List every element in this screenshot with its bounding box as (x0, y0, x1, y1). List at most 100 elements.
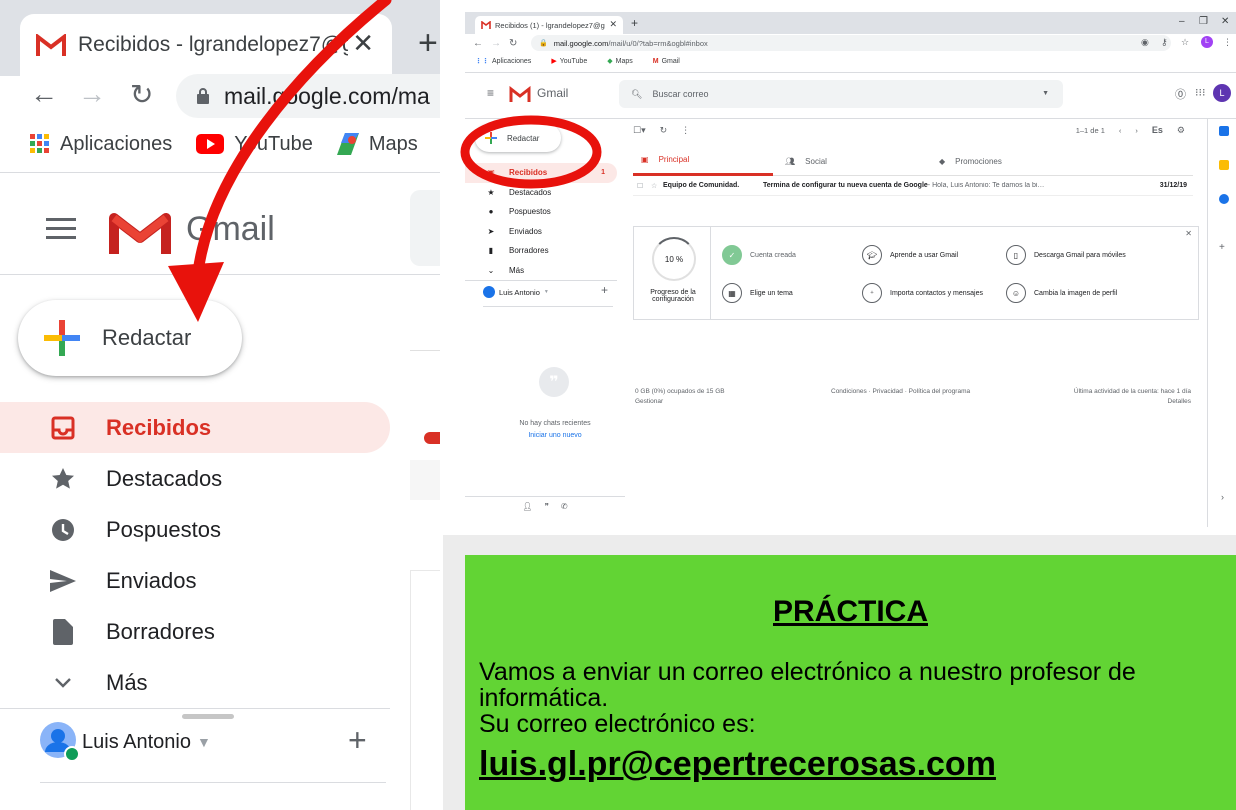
bookmark-apps[interactable]: Aplicaciones (30, 133, 172, 156)
expand-panel-icon[interactable]: › (1221, 492, 1224, 502)
setup-item-mobile[interactable]: ▯ Descarga Gmail para móviles (1006, 245, 1136, 265)
new-tab-icon[interactable]: + (418, 24, 438, 63)
sidebar-item-drafts[interactable]: ▮ Borradores (465, 241, 617, 261)
progress-label: Progreso de la configuración (650, 289, 696, 303)
compose-button[interactable]: Redactar (475, 124, 561, 152)
profile-avatar[interactable]: L (1201, 36, 1213, 48)
sidebar-item-inbox[interactable]: Recibidos (0, 402, 390, 453)
bookmark-maps[interactable]: Maps (336, 133, 418, 156)
chevron-down-icon: ⌄ (487, 265, 495, 275)
gmail-logo-icon[interactable] (509, 86, 531, 102)
tab-promotions[interactable]: ◆ Promociones (939, 146, 1079, 176)
select-checkbox[interactable]: ☐▾ (633, 125, 646, 136)
sidebar-item-snoozed[interactable]: Pospuestos (0, 504, 390, 555)
phone-icon[interactable]: ✆ (561, 502, 568, 511)
bookmark-apps[interactable]: ⋮⋮ Aplicaciones (475, 57, 541, 66)
hangouts-user[interactable]: Luis Antonio ▼ (40, 722, 211, 762)
gmail-header: ≡ Gmail 🔍︎ Buscar correo ▼ ⓪ ⁝⁝⁝ L (465, 74, 1236, 116)
resize-handle[interactable] (182, 714, 234, 719)
calendar-icon[interactable] (1219, 126, 1229, 136)
address-bar[interactable]: mail.google.com/ma (176, 74, 440, 118)
bookmark-label: YouTube (234, 132, 313, 155)
person-icon[interactable]: 👤︎ (522, 502, 532, 511)
sidebar-item-inbox[interactable]: ▣ Recibidos 1 (465, 163, 617, 183)
setup-item-import[interactable]: ⁺ Importa contactos y mensajes (862, 283, 992, 303)
caret-down-icon: ▼ (543, 289, 549, 295)
tasks-icon[interactable] (1219, 194, 1229, 204)
bookmark-maps[interactable]: ◆ Maps (607, 57, 643, 66)
row-checkbox[interactable]: ☐ (637, 182, 643, 190)
setup-item-theme[interactable]: ▦ Elige un tema (722, 283, 793, 303)
hangouts-user[interactable]: Luis Antonio ▼ (483, 286, 549, 298)
hangouts-small-icon[interactable]: ❞ (545, 502, 549, 511)
sidebar-item-snoozed[interactable]: ● Pospuestos (465, 202, 617, 222)
bookmark-gmail[interactable]: M Gmail (653, 58, 690, 65)
bookmark-youtube[interactable]: ▶ YouTube (551, 57, 597, 66)
setup-item-learn[interactable]: 🎓︎ Aprende a usar Gmail (862, 245, 958, 265)
bookmarks-bar: ⋮⋮ Aplicaciones ▶ YouTube ◆ Maps M Gmail (465, 54, 1236, 68)
maximize-icon[interactable]: ❐ (1199, 16, 1208, 27)
browser-tab[interactable]: Recibidos (1) - lgrandelopez7@g ✕ (475, 16, 623, 34)
close-tab-icon[interactable]: ✕ (352, 28, 374, 59)
eye-icon[interactable]: ◉ (1141, 37, 1149, 48)
more-vert-icon[interactable]: ⋮ (1223, 37, 1232, 48)
sidebar-item-starred[interactable]: ★ Destacados (465, 183, 617, 203)
divider (0, 274, 440, 275)
terms-links[interactable]: Condiciones · Privacidad · Política del … (831, 388, 970, 395)
menu-icon[interactable] (46, 218, 76, 240)
browser-tab[interactable]: Recibidos - lgrandelopez7@gmail ✕ (20, 14, 392, 76)
start-new-chat-link[interactable]: Iniciar uno nuevo (465, 432, 645, 439)
search-input[interactable]: 🔍︎ Buscar correo ▼ (619, 80, 1063, 108)
sidebar-item-sent[interactable]: ➤ Enviados (465, 222, 617, 242)
search-bar-edge[interactable] (410, 190, 440, 266)
key-icon[interactable]: ⚷ (1161, 37, 1168, 48)
row-star-icon[interactable]: ☆ (651, 182, 657, 190)
search-placeholder: Buscar correo (652, 89, 709, 99)
input-language[interactable]: Es (1152, 125, 1163, 135)
refresh-icon[interactable]: ↻ (660, 125, 668, 136)
close-window-icon[interactable]: ✕ (1221, 16, 1229, 27)
details-link[interactable]: Detalles (1074, 398, 1191, 405)
apps-grid-icon[interactable]: ⁝⁝⁝ (1195, 86, 1206, 99)
caret-down-icon[interactable]: ▼ (1042, 90, 1049, 97)
setup-item-photo[interactable]: ☺ Cambia la imagen de perfil (1006, 283, 1136, 303)
minimize-icon[interactable]: – (1179, 16, 1185, 27)
next-page-icon[interactable]: › (1135, 126, 1138, 135)
close-tab-icon[interactable]: ✕ (609, 19, 617, 30)
tab-primary[interactable]: ▣ Principal (633, 146, 773, 176)
progress-percent: 10 % (664, 254, 684, 264)
reload-icon[interactable]: ↻ (509, 38, 517, 49)
new-tab-icon[interactable]: + (631, 16, 638, 30)
compose-button[interactable]: Redactar (18, 300, 242, 376)
tab-strip: Recibidos - lgrandelopez7@gmail ✕ + (0, 0, 440, 76)
settings-icon[interactable]: ⚙ (1177, 125, 1185, 136)
sidebar-item-more[interactable]: Más (0, 657, 390, 708)
sidebar-item-more[interactable]: ⌄ Más (465, 261, 617, 281)
gmail-logo-icon[interactable] (108, 208, 172, 256)
sidebar-item-sent[interactable]: Enviados (0, 555, 390, 606)
account-avatar[interactable]: L (1213, 84, 1231, 102)
help-icon[interactable]: ⓪ (1175, 86, 1186, 102)
email-date: 31/12/19 (1159, 182, 1187, 189)
close-icon[interactable]: ✕ (1185, 229, 1192, 238)
address-bar[interactable]: 🔒 mail.google.com/mail/u/0/?tab=rm&ogbl#… (531, 35, 1171, 51)
add-addon-icon[interactable]: + (1219, 242, 1225, 253)
reload-icon[interactable]: ↻ (130, 78, 153, 111)
back-icon[interactable]: ← (473, 38, 483, 49)
add-chat-icon[interactable]: + (601, 283, 608, 297)
menu-icon[interactable]: ≡ (487, 86, 494, 100)
more-vert-icon[interactable]: ⋮ (681, 125, 690, 136)
prev-page-icon[interactable]: ‹ (1119, 126, 1122, 135)
bookmark-star-icon[interactable]: ☆ (1181, 37, 1189, 48)
tab-social[interactable]: 👥︎ Social (785, 146, 925, 176)
sidebar-item-drafts[interactable]: Borradores (0, 606, 390, 657)
keep-icon[interactable] (1219, 160, 1229, 170)
back-icon[interactable]: ← (30, 78, 58, 110)
add-chat-icon[interactable]: + (348, 722, 367, 759)
forward-icon[interactable]: → (491, 38, 501, 49)
tab-title: Recibidos (1) - lgrandelopez7@g (495, 20, 605, 30)
email-row[interactable]: ☐ ☆ Equipo de Comunidad. Termina de conf… (633, 176, 1193, 196)
forward-icon[interactable]: → (78, 78, 106, 110)
sidebar-item-starred[interactable]: Destacados (0, 453, 390, 504)
bookmark-youtube[interactable]: YouTube (196, 133, 313, 156)
